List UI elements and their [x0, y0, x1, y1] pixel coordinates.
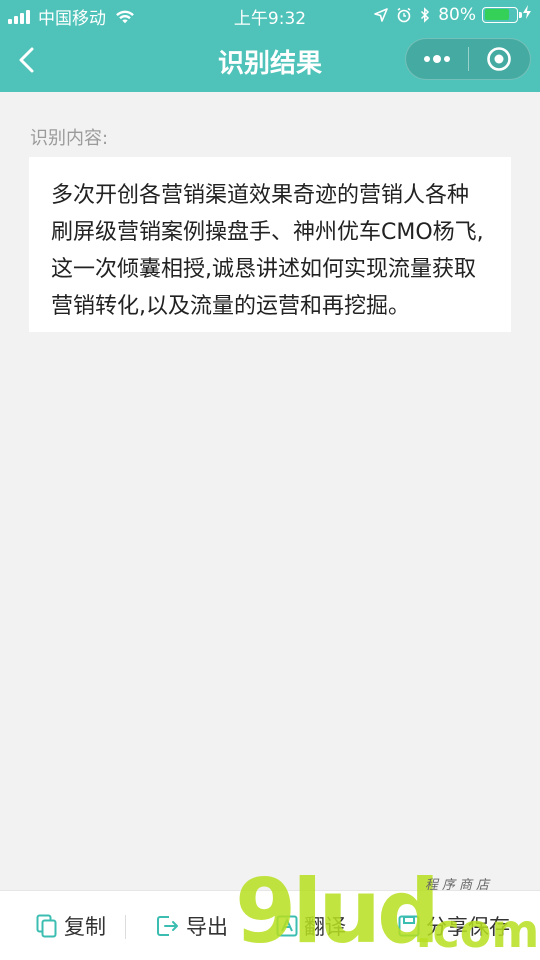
more-button[interactable]: [406, 38, 468, 80]
back-button[interactable]: [6, 38, 46, 82]
recognized-text[interactable]: 多次开创各营销渠道效果奇迹的营销人各种刷屏级营销案例操盘手、神州优车CMO杨飞,…: [51, 177, 489, 325]
export-button[interactable]: 导出: [156, 891, 228, 960]
chevron-left-icon: [19, 47, 34, 73]
header: 中国移动 上午9:32 80% 识别结果: [0, 0, 540, 92]
capsule-menu: [405, 38, 531, 80]
bluetooth-icon: [420, 6, 430, 23]
result-card: 多次开创各营销渠道效果奇迹的营销人各种刷屏级营销案例操盘手、神州优车CMO杨飞,…: [29, 157, 511, 332]
copy-button[interactable]: 复制: [36, 891, 106, 960]
location-arrow-icon: [374, 7, 389, 22]
export-label: 导出: [186, 915, 228, 939]
nav-bar: 识别结果: [0, 30, 540, 92]
share-save-label: 分享保存: [426, 915, 510, 939]
charging-icon: [522, 4, 532, 25]
translate-label: 翻译: [304, 915, 346, 939]
close-miniprogram-button[interactable]: [468, 38, 530, 80]
export-icon: [157, 916, 178, 936]
section-label: 识别内容:: [30, 128, 109, 149]
translate-button[interactable]: 翻译: [276, 891, 346, 960]
target-close-icon: [487, 47, 512, 71]
battery-percent: 80%: [438, 4, 476, 25]
copy-icon: [36, 914, 57, 938]
battery-icon: [482, 6, 522, 23]
translate-icon: [276, 915, 298, 937]
bottom-toolbar: 复制 导出 翻译 分享保存: [0, 890, 540, 960]
toolbar-divider: [125, 915, 126, 939]
status-bar: 中国移动 上午9:32 80%: [0, 0, 540, 30]
copy-label: 复制: [64, 915, 106, 939]
save-icon: [398, 915, 420, 937]
battery-fill: [484, 9, 510, 20]
share-save-button[interactable]: 分享保存: [398, 891, 510, 960]
status-right: 80%: [374, 4, 532, 25]
alarm-icon: [396, 7, 412, 23]
more-dots-icon: [423, 55, 450, 63]
